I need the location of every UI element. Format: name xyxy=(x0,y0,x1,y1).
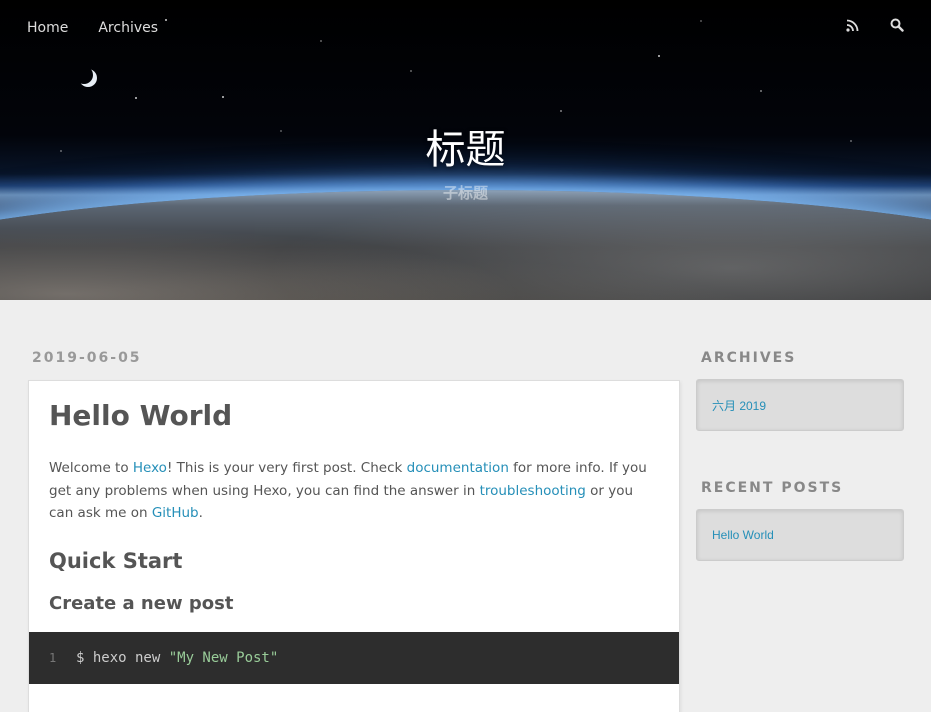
code-line-number: 1 xyxy=(49,651,57,665)
heading-quick-start: Quick Start xyxy=(49,548,183,573)
site-subtitle: 子标题 xyxy=(442,184,488,202)
post-title[interactable]: Hello World xyxy=(49,399,659,433)
code-block: 1 $ hexo new "My New Post" xyxy=(29,632,679,684)
code-command: $ hexo new xyxy=(76,650,169,666)
heading-create-post: Create a new post xyxy=(49,592,234,614)
code-line: $ hexo new "My New Post" xyxy=(76,632,278,684)
archive-month-link[interactable]: 六月 2019 xyxy=(712,397,766,414)
recent-posts-widget: Hello World xyxy=(696,509,904,561)
intro-text: Welcome to xyxy=(49,460,133,476)
post-intro: Welcome to Hexo! This is your very first… xyxy=(49,457,659,525)
rss-icon[interactable] xyxy=(846,17,860,33)
github-link[interactable]: GitHub xyxy=(152,505,199,521)
hexo-link[interactable]: Hexo xyxy=(133,460,167,476)
code-string: "My New Post" xyxy=(168,650,279,666)
documentation-link[interactable]: documentation xyxy=(407,460,509,476)
archives-widget-title: Archives xyxy=(701,350,797,366)
intro-text: ! This is your very first post. Check xyxy=(166,460,407,476)
post-article: Hello World Welcome to Hexo! This is you… xyxy=(28,380,680,712)
site-title[interactable]: 标题 xyxy=(0,125,931,175)
main-nav: Home Archives xyxy=(27,18,158,38)
moon-graphic xyxy=(75,66,93,84)
banner: Home Archives 标题 子标题 xyxy=(0,0,931,300)
recent-posts-widget-title: Recent Posts xyxy=(701,480,844,496)
earth-graphic xyxy=(0,190,931,300)
nav-archives-link[interactable]: Archives xyxy=(98,18,158,38)
post-date[interactable]: 2019-06-05 xyxy=(32,348,142,368)
nav-home-link[interactable]: Home xyxy=(27,18,68,38)
nav-icons xyxy=(846,17,904,33)
search-icon[interactable] xyxy=(890,17,904,33)
archives-widget: 六月 2019 xyxy=(696,379,904,431)
troubleshooting-link[interactable]: troubleshooting xyxy=(480,483,586,499)
intro-text: . xyxy=(198,505,203,522)
recent-post-link[interactable]: Hello World xyxy=(712,528,774,542)
